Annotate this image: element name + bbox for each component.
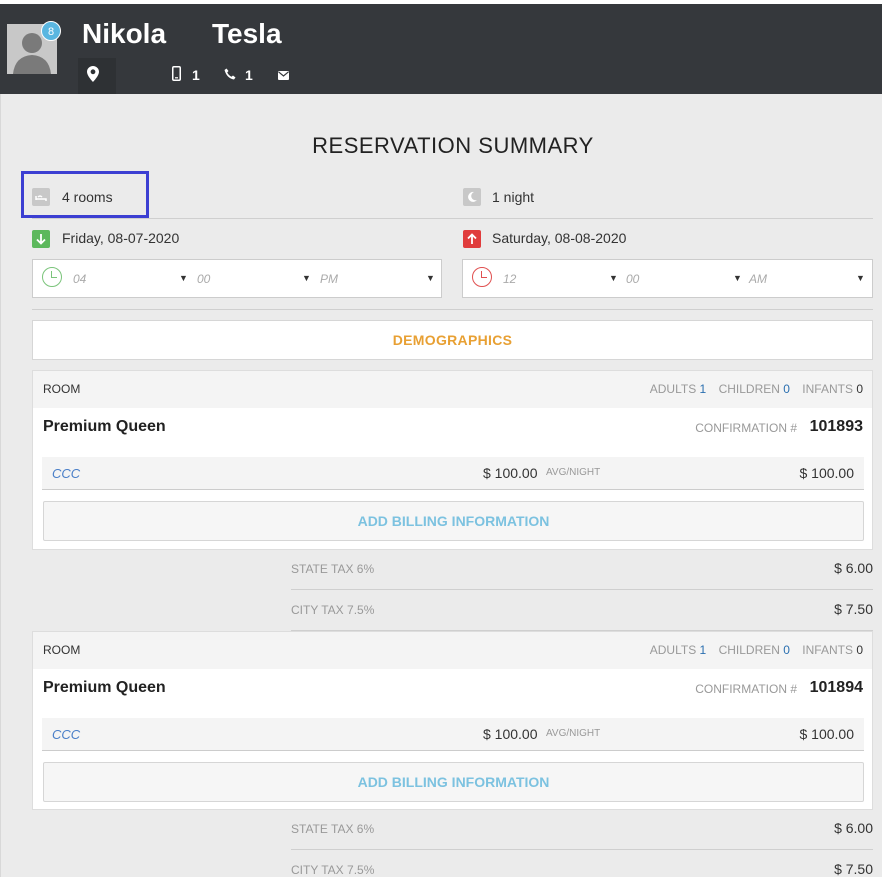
- demographics-button[interactable]: DEMOGRAPHICS: [32, 320, 873, 360]
- room-label: ROOM: [43, 643, 81, 657]
- checkout-hour[interactable]: 12: [503, 272, 516, 286]
- rate-row: CCC $ 100.00 AVG/NIGHT $ 100.00: [42, 718, 864, 751]
- confirmation-number: 101893: [809, 418, 863, 435]
- rate-code-link[interactable]: CCC: [52, 466, 80, 481]
- checkin-date[interactable]: Friday, 08-07-2020: [62, 230, 179, 246]
- avg-night-label: AVG/NIGHT: [546, 467, 601, 478]
- divider: [291, 589, 873, 590]
- room-type: Premium Queen: [43, 418, 166, 435]
- guest-last-name: Tesla: [212, 18, 282, 49]
- notification-badge[interactable]: 8: [41, 21, 61, 41]
- nights-count: 1 night: [492, 189, 535, 205]
- nightly-rate: $ 100.00: [483, 726, 538, 742]
- children-label: CHILDREN: [718, 643, 780, 657]
- phone-icon[interactable]: [224, 68, 236, 80]
- occupancy: ADULTS 1 CHILDREN 0 INFANTS 0: [650, 643, 863, 657]
- checkout-date[interactable]: Saturday, 08-08-2020: [492, 230, 626, 246]
- checkout-minute[interactable]: 00: [626, 272, 639, 286]
- divider: [32, 309, 873, 310]
- tax-label: STATE TAX 6%: [291, 562, 375, 576]
- adults-label: ADULTS: [649, 382, 697, 396]
- tax-label: STATE TAX 6%: [291, 822, 375, 836]
- add-billing-button[interactable]: ADD BILLING INFORMATION: [43, 501, 864, 541]
- mobile-count: 1: [192, 67, 200, 83]
- checkin-time-picker: 04 ▼ 00 ▼ PM ▼: [32, 259, 442, 298]
- nightly-rate: $ 100.00: [483, 465, 538, 481]
- tax-label: CITY TAX 7.5%: [291, 863, 375, 877]
- checkout-time-picker: 12 ▼ 00 ▼ AM ▼: [462, 259, 873, 298]
- page-title: RESERVATION SUMMARY: [312, 133, 594, 158]
- room-type: Premium Queen: [43, 679, 166, 696]
- occupancy: ADULTS 1 CHILDREN 0 INFANTS 0: [650, 382, 863, 396]
- rate-total: $ 100.00: [799, 726, 855, 742]
- add-billing-button[interactable]: ADD BILLING INFORMATION: [43, 762, 864, 802]
- rate-row: CCC $ 100.00 AVG/NIGHT $ 100.00: [42, 457, 864, 490]
- divider: [32, 218, 873, 219]
- divider: [291, 849, 873, 850]
- room-header: ROOM ADULTS 1 CHILDREN 0 INFANTS 0: [33, 371, 872, 408]
- clock-icon: [472, 267, 492, 287]
- adults-count[interactable]: 1: [700, 643, 707, 657]
- children-count[interactable]: 0: [783, 382, 790, 396]
- infants-label: INFANTS: [802, 382, 853, 396]
- infants-count[interactable]: 0: [856, 643, 863, 657]
- guest-header: 8 Nikola Tesla 1 1: [0, 0, 882, 94]
- room-header: ROOM ADULTS 1 CHILDREN 0 INFANTS 0: [33, 632, 872, 669]
- arrow-down-icon: [32, 230, 50, 248]
- checkout-ampm[interactable]: AM: [749, 272, 767, 286]
- tax-amount: $ 7.50: [834, 861, 873, 877]
- chevron-down-icon[interactable]: ▼: [856, 273, 865, 283]
- checkin-hour[interactable]: 04: [73, 272, 86, 286]
- adults-label: ADULTS: [649, 643, 697, 657]
- chevron-down-icon[interactable]: ▼: [179, 273, 188, 283]
- location-button[interactable]: [78, 58, 116, 94]
- guest-first-name: Nikola: [82, 18, 167, 49]
- rate-total: $ 100.00: [799, 465, 855, 481]
- arrow-up-icon: [463, 230, 481, 248]
- chevron-down-icon[interactable]: ▼: [609, 273, 618, 283]
- rooms-count[interactable]: 4 rooms: [62, 189, 113, 205]
- tax-amount: $ 6.00: [834, 560, 873, 576]
- avg-night-label: AVG/NIGHT: [546, 728, 601, 739]
- room-card: ROOM ADULTS 1 CHILDREN 0 INFANTS 0 Premi…: [32, 370, 873, 550]
- phone-count: 1: [245, 67, 253, 83]
- checkin-ampm[interactable]: PM: [320, 272, 338, 286]
- mobile-icon[interactable]: [172, 66, 181, 81]
- rate-code-link[interactable]: CCC: [52, 727, 80, 742]
- tax-amount: $ 7.50: [834, 601, 873, 617]
- children-count[interactable]: 0: [783, 643, 790, 657]
- chevron-down-icon[interactable]: ▼: [302, 273, 311, 283]
- checkin-minute[interactable]: 00: [197, 272, 210, 286]
- confirmation-label: CONFIRMATION #: [695, 682, 797, 696]
- chevron-down-icon[interactable]: ▼: [426, 273, 435, 283]
- tax-amount: $ 6.00: [834, 820, 873, 836]
- room-label: ROOM: [43, 382, 81, 396]
- confirmation-number: 101894: [809, 679, 863, 696]
- infants-count[interactable]: 0: [856, 382, 863, 396]
- map-pin-icon: [87, 66, 99, 82]
- mail-icon[interactable]: [278, 71, 289, 80]
- chevron-down-icon[interactable]: ▼: [733, 273, 742, 283]
- tax-label: CITY TAX 7.5%: [291, 603, 375, 617]
- bed-icon: [32, 188, 50, 206]
- clock-icon: [42, 267, 62, 287]
- room-card: ROOM ADULTS 1 CHILDREN 0 INFANTS 0 Premi…: [32, 631, 873, 810]
- moon-icon: [463, 188, 481, 206]
- confirmation-label: CONFIRMATION #: [695, 421, 797, 435]
- adults-count[interactable]: 1: [700, 382, 707, 396]
- infants-label: INFANTS: [802, 643, 853, 657]
- children-label: CHILDREN: [718, 382, 780, 396]
